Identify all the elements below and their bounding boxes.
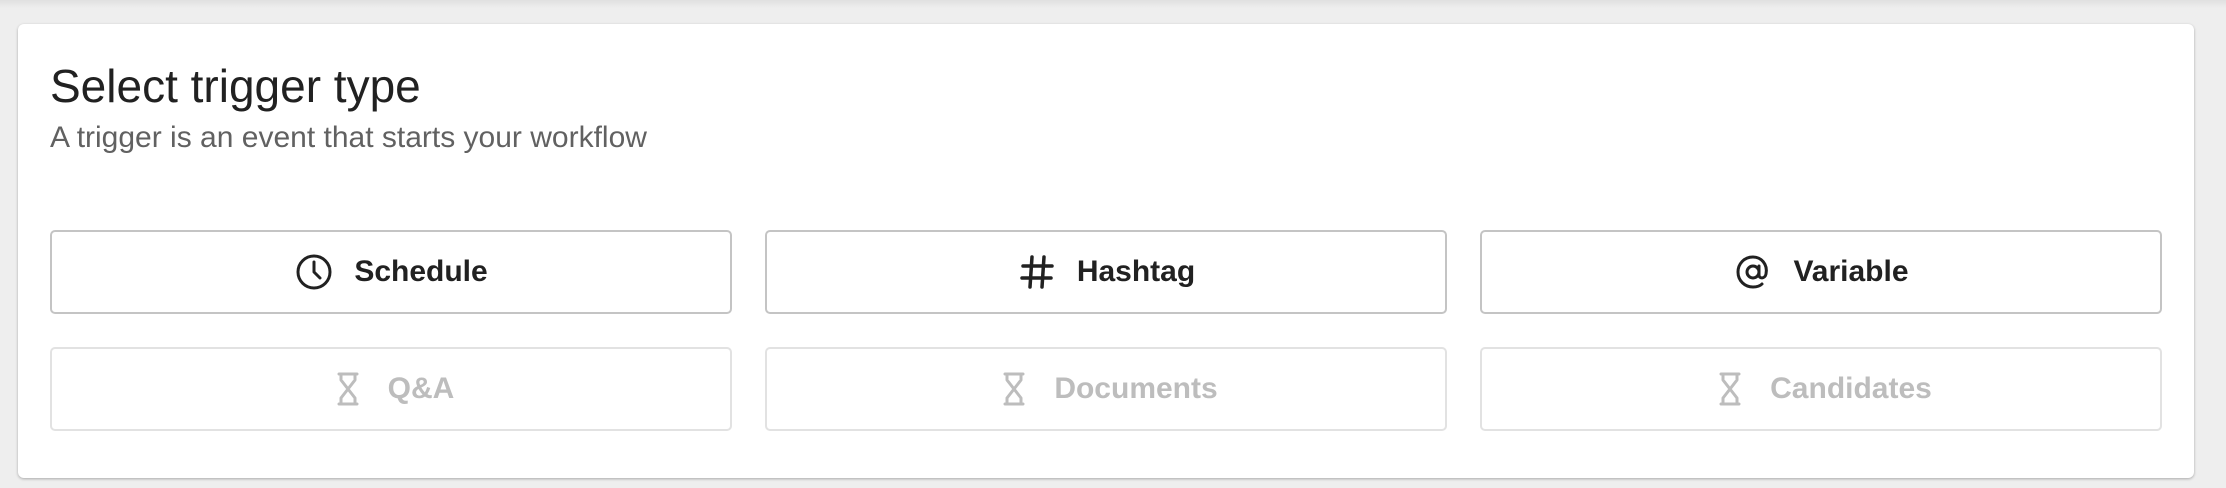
hashtag-trigger-button[interactable]: Hashtag: [765, 230, 1447, 314]
schedule-trigger-button[interactable]: Schedule: [50, 230, 732, 314]
schedule-label: Schedule: [354, 255, 488, 288]
documents-trigger-button: Documents: [765, 347, 1447, 431]
top-app-bar-shadow: [0, 0, 2226, 8]
variable-trigger-button[interactable]: Variable: [1480, 230, 2162, 314]
hashtag-label: Hashtag: [1076, 255, 1196, 288]
variable-label: Variable: [1793, 255, 1909, 288]
documents-label: Documents: [1054, 372, 1218, 405]
qa-trigger-button: Q&A: [50, 347, 732, 431]
at-sign-icon: [1733, 252, 1773, 292]
hashtag-icon: [1017, 252, 1057, 292]
page-subtitle: A trigger is an event that starts your w…: [50, 121, 647, 154]
candidates-label: Candidates: [1770, 372, 1932, 405]
trigger-options-grid: Schedule Hashtag Variable Q&A Documents …: [50, 230, 2162, 431]
candidates-trigger-button: Candidates: [1480, 347, 2162, 431]
hourglass-icon: [328, 369, 368, 409]
trigger-type-card: Select trigger type A trigger is an even…: [18, 24, 2194, 478]
qa-label: Q&A: [387, 372, 455, 405]
page-title: Select trigger type: [50, 60, 421, 112]
clock-icon: [294, 252, 334, 292]
hourglass-icon: [1710, 369, 1750, 409]
hourglass-icon: [994, 369, 1034, 409]
